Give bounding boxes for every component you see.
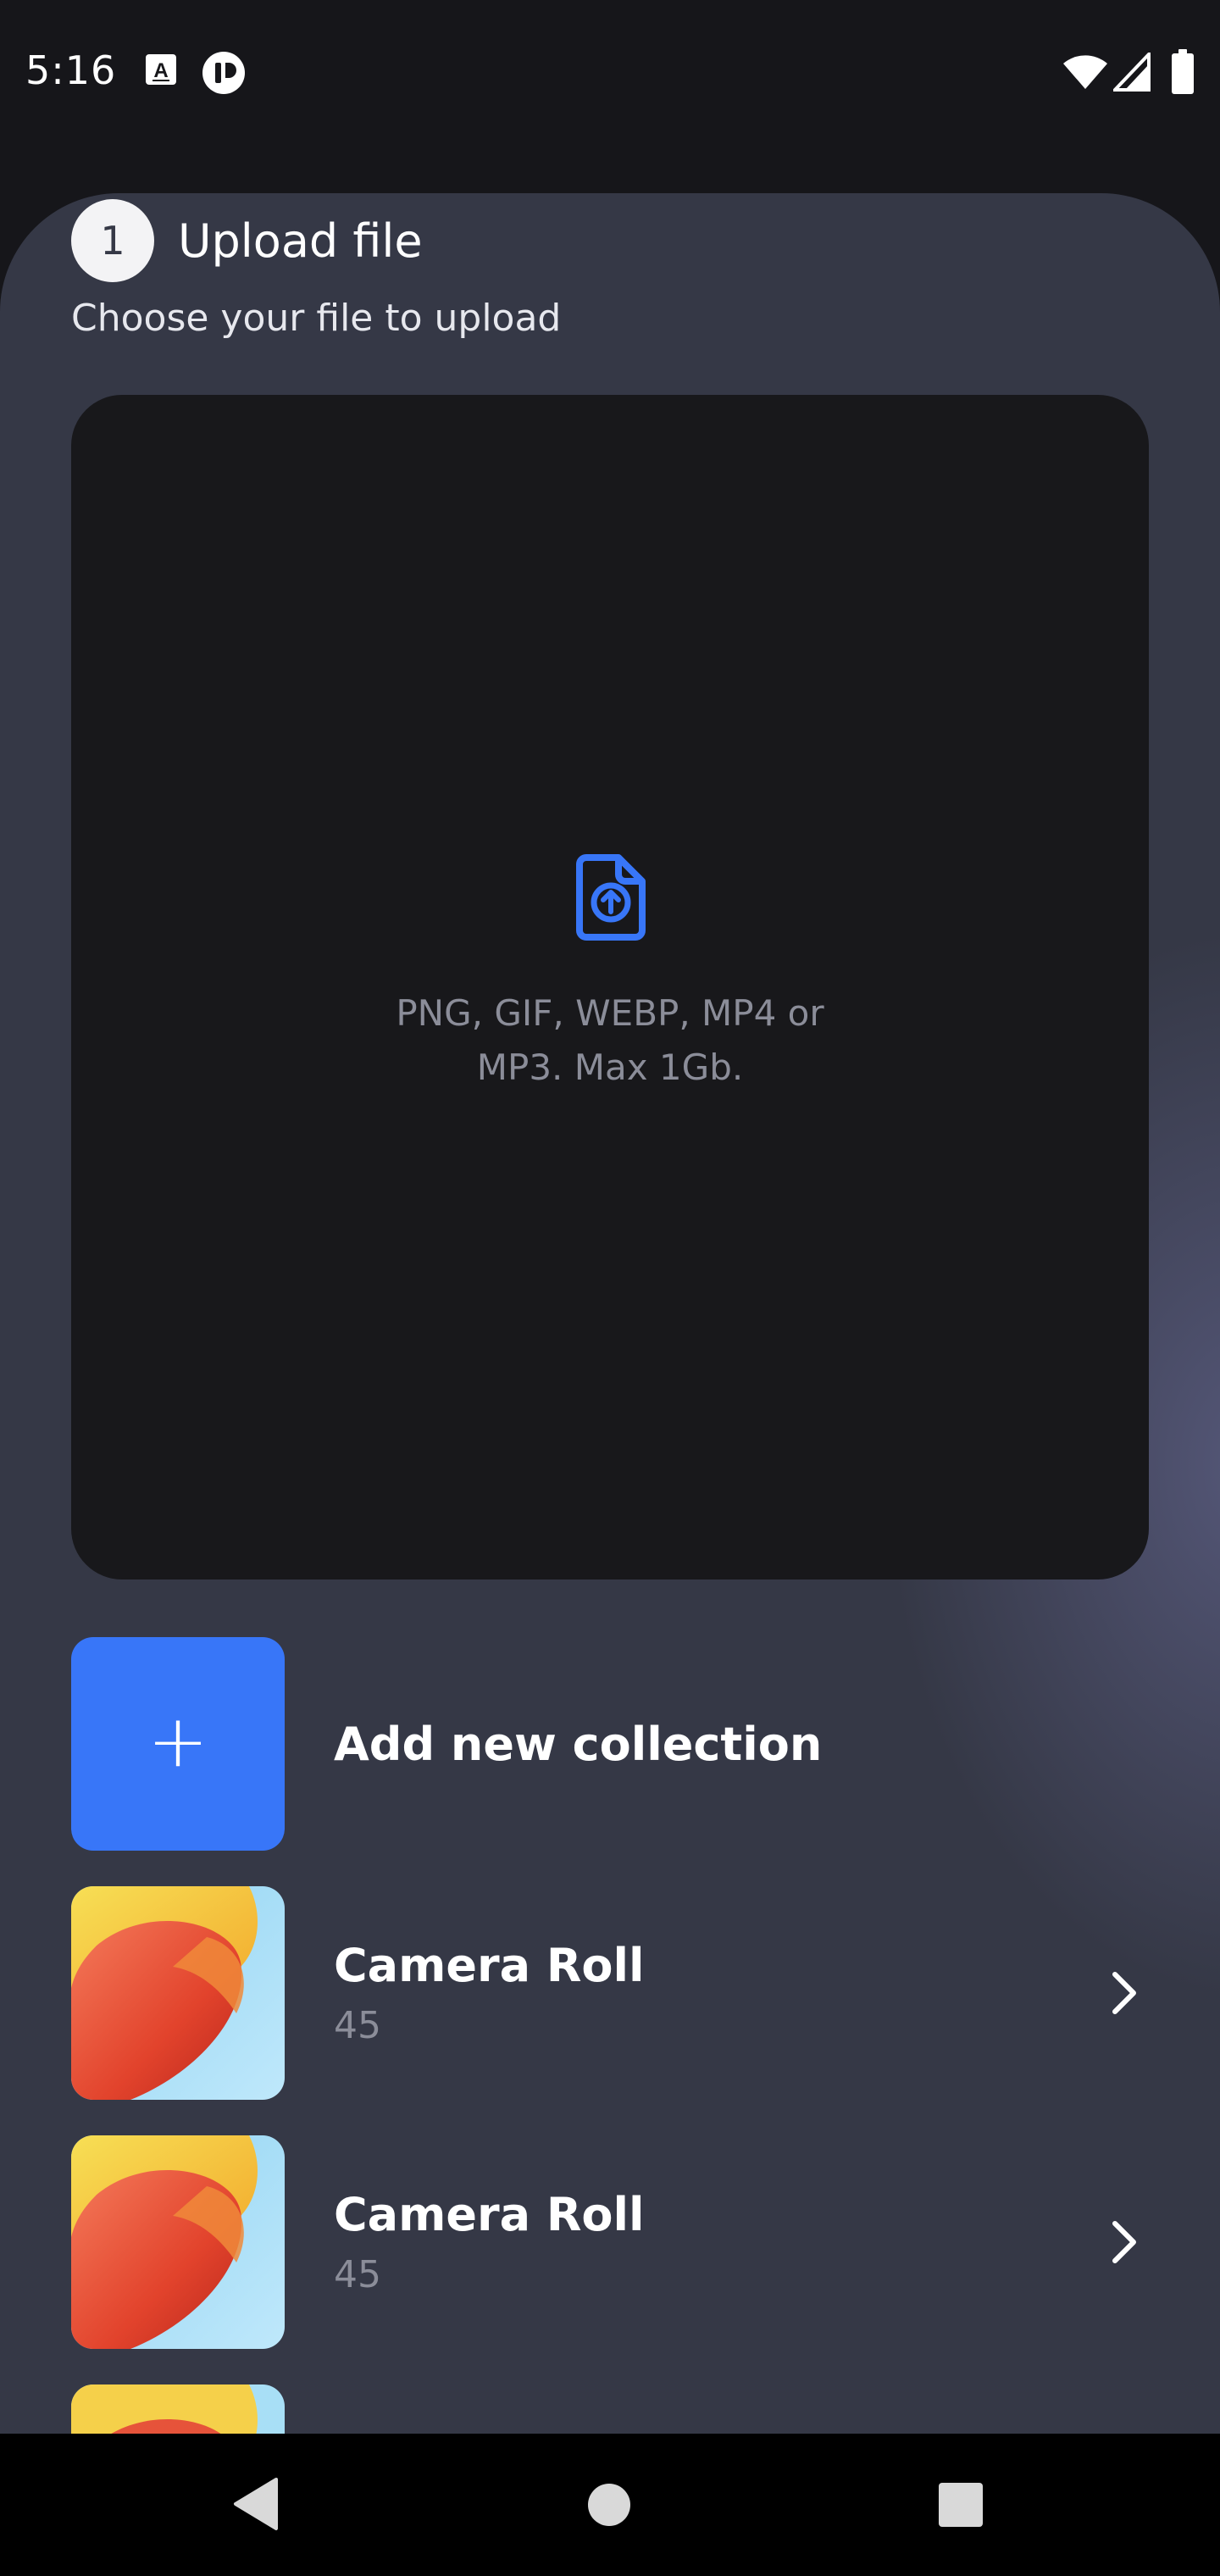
- add-collection-label: Add new collection: [334, 1717, 823, 1771]
- add-collection-tile[interactable]: +: [71, 1637, 285, 1851]
- step-title: Upload file: [178, 214, 423, 268]
- camera-roll-artwork: [71, 2135, 285, 2349]
- collection-item[interactable]: Camera Roll 45: [71, 1886, 1149, 2100]
- status-time: 5:16: [25, 47, 117, 93]
- collection-count: 45: [334, 2004, 381, 2047]
- file-upload-icon: [576, 854, 646, 941]
- collection-title: Camera Roll: [334, 2188, 645, 2241]
- collection-title: Camera Roll: [334, 1939, 645, 1992]
- a-keyboard-icon: A: [146, 54, 176, 85]
- collection-thumbnail: [71, 1886, 285, 2100]
- file-dropzone[interactable]: PNG, GIF, WEBP, MP4 or MP3. Max 1Gb.: [71, 395, 1149, 1579]
- step-header: 1 Upload file: [71, 199, 423, 282]
- back-icon[interactable]: [229, 2474, 283, 2534]
- collection-thumbnail: [71, 2135, 285, 2349]
- cell-signal-icon: [1113, 53, 1151, 92]
- step-number-badge: 1: [71, 199, 154, 282]
- system-nav-bar: [0, 2434, 1220, 2576]
- collection-item[interactable]: Camera Roll 45: [71, 2135, 1149, 2349]
- dropzone-hint: PNG, GIF, WEBP, MP4 or MP3. Max 1Gb.: [396, 992, 824, 1088]
- screen: 5:16 A 1 Upload file Choose your file to…: [0, 0, 1220, 2576]
- chevron-right-icon: [1112, 2221, 1136, 2263]
- status-bar: 5:16 A: [0, 0, 1220, 146]
- chevron-right-icon: [1112, 1972, 1136, 2014]
- plus-icon: +: [147, 1699, 209, 1784]
- battery-icon: [1172, 49, 1194, 94]
- wifi-icon: [1063, 55, 1107, 89]
- step-subtitle: Choose your file to upload: [71, 297, 562, 340]
- add-collection-row[interactable]: + Add new collection: [71, 1637, 1149, 1851]
- collection-count: 45: [334, 2253, 381, 2296]
- home-icon[interactable]: [587, 2483, 631, 2527]
- recents-icon[interactable]: [939, 2483, 983, 2527]
- app-notification-icon: [202, 52, 245, 94]
- camera-roll-artwork: [71, 1886, 285, 2100]
- svg-text:A: A: [153, 59, 168, 82]
